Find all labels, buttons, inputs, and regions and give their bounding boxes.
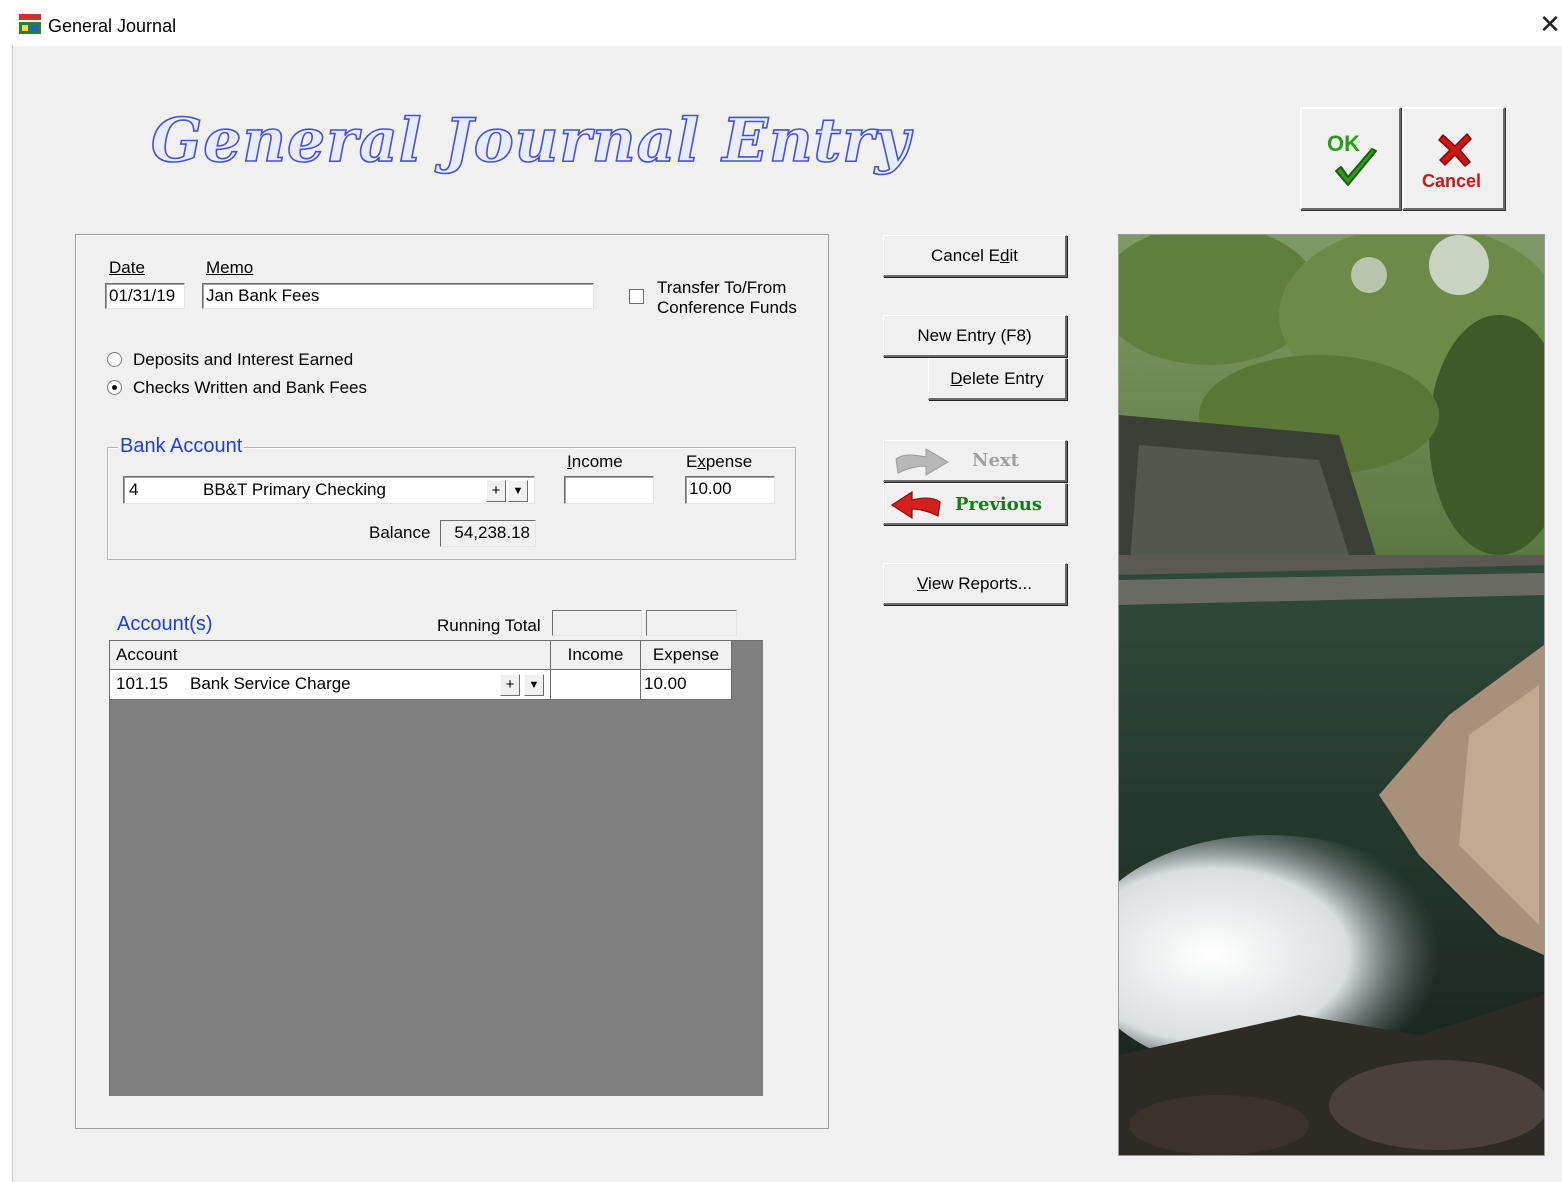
previous-label: Previous (955, 494, 1042, 515)
cancel-button[interactable]: Cancel (1402, 107, 1505, 210)
cancel-edit-button[interactable]: Cancel Edit (883, 235, 1067, 277)
grid-header-income: Income (551, 641, 641, 670)
transfer-label: Transfer To/From Conference Funds (657, 278, 797, 317)
waterfall-pool-photo (1118, 234, 1545, 1156)
transfer-checkbox[interactable] (629, 289, 644, 304)
deposits-radio[interactable] (107, 352, 122, 367)
bank-expense-field[interactable]: 10.00 (685, 476, 775, 504)
bank-account-add-button[interactable]: + (486, 480, 506, 502)
gray-arrow-right-icon (895, 448, 949, 476)
window-title: General Journal (48, 16, 177, 36)
grid-cell-account[interactable]: 101.15 Bank Service Charge + ▼ (110, 670, 551, 700)
close-window-icon[interactable]: ✕ (1536, 10, 1562, 38)
memo-field[interactable]: Jan Bank Fees (202, 283, 594, 309)
grid-cell-expense[interactable]: 10.00 (641, 670, 732, 700)
row-account-dropdown-icon[interactable]: ▼ (524, 674, 544, 696)
cancel-label: Cancel (1422, 171, 1482, 191)
running-total-expense (646, 610, 737, 636)
bank-account-number: 4 (129, 480, 139, 499)
bank-account-combo[interactable]: 4 BB&T Primary Checking + ▼ (123, 476, 535, 504)
previous-button[interactable]: Previous (883, 483, 1067, 525)
date-field[interactable]: 01/31/19 (105, 283, 185, 309)
next-button[interactable]: Next (883, 440, 1067, 482)
bank-account-group-title: Bank Account (118, 435, 245, 458)
banner-title: General Journal Entry (150, 105, 911, 177)
red-x-icon (1438, 133, 1472, 167)
bank-income-label: Income (567, 452, 623, 471)
running-total-income (552, 610, 642, 636)
deposits-radio-label: Deposits and Interest Earned (133, 350, 354, 369)
table-row[interactable]: 101.15 Bank Service Charge + ▼ 10.00 (110, 670, 732, 700)
accounts-title: Account(s) (115, 613, 215, 636)
green-checkmark-icon (1335, 148, 1377, 186)
bank-account-dropdown-icon[interactable]: ▼ (508, 480, 528, 502)
grid-header-account: Account (110, 641, 551, 670)
new-entry-button[interactable]: New Entry (F8) (883, 315, 1067, 357)
ok-button[interactable]: OK (1300, 107, 1401, 210)
next-label: Next (972, 450, 1019, 471)
grid-cell-income[interactable] (551, 670, 641, 700)
balance-label: Balance (369, 523, 431, 542)
row-account-name: Bank Service Charge (190, 674, 351, 693)
red-arrow-left-icon (890, 490, 941, 520)
balance-value: 54,238.18 (440, 520, 536, 547)
memo-label: Memo (206, 258, 254, 277)
journal-app-icon (18, 12, 44, 36)
bank-income-field[interactable] (564, 476, 654, 504)
checks-radio[interactable] (107, 380, 122, 395)
delete-entry-button[interactable]: Delete Entry (928, 358, 1067, 400)
running-total-label: Running Total (437, 616, 541, 635)
view-reports-button[interactable]: View Reports... (883, 563, 1067, 605)
row-account-number: 101.15 (116, 674, 168, 693)
dialog-body: General Journal Entry OK Cancel Date 01/… (12, 46, 1562, 1182)
title-bar: General Journal ✕ (12, 6, 1562, 46)
bank-expense-label: Expense (686, 452, 753, 471)
grid-header-expense: Expense (641, 641, 732, 670)
row-add-account-button[interactable]: + (500, 674, 520, 696)
checks-radio-label: Checks Written and Bank Fees (133, 378, 368, 397)
date-label: Date (109, 258, 145, 277)
bank-account-name: BB&T Primary Checking (203, 480, 386, 499)
radio-selected-dot (112, 385, 117, 390)
accounts-grid[interactable]: Account Income Expense 101.15 Bank Servi… (109, 640, 763, 1096)
